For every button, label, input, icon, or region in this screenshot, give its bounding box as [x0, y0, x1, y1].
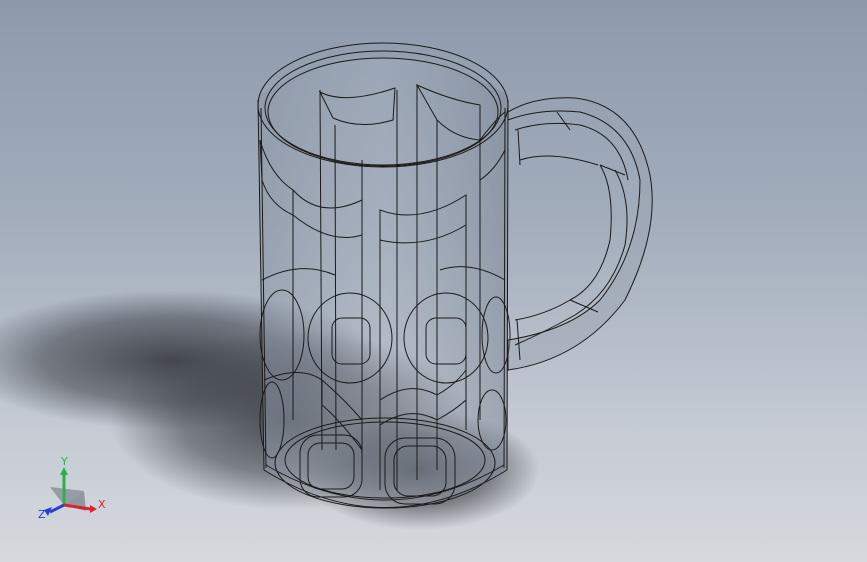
- mug-body[interactable]: [257, 42, 511, 509]
- mug-handle[interactable]: [507, 97, 653, 371]
- z-axis-arrow: [44, 503, 65, 516]
- mug-model-view[interactable]: Y X Z: [0, 0, 867, 562]
- x-axis-label: X: [98, 498, 106, 511]
- view-triad[interactable]: Y X Z: [38, 455, 106, 521]
- y-axis-label: Y: [60, 455, 68, 468]
- graphics-viewport[interactable]: Y X Z: [0, 0, 867, 562]
- z-axis-label: Z: [38, 508, 46, 521]
- x-axis-arrow: [63, 503, 97, 513]
